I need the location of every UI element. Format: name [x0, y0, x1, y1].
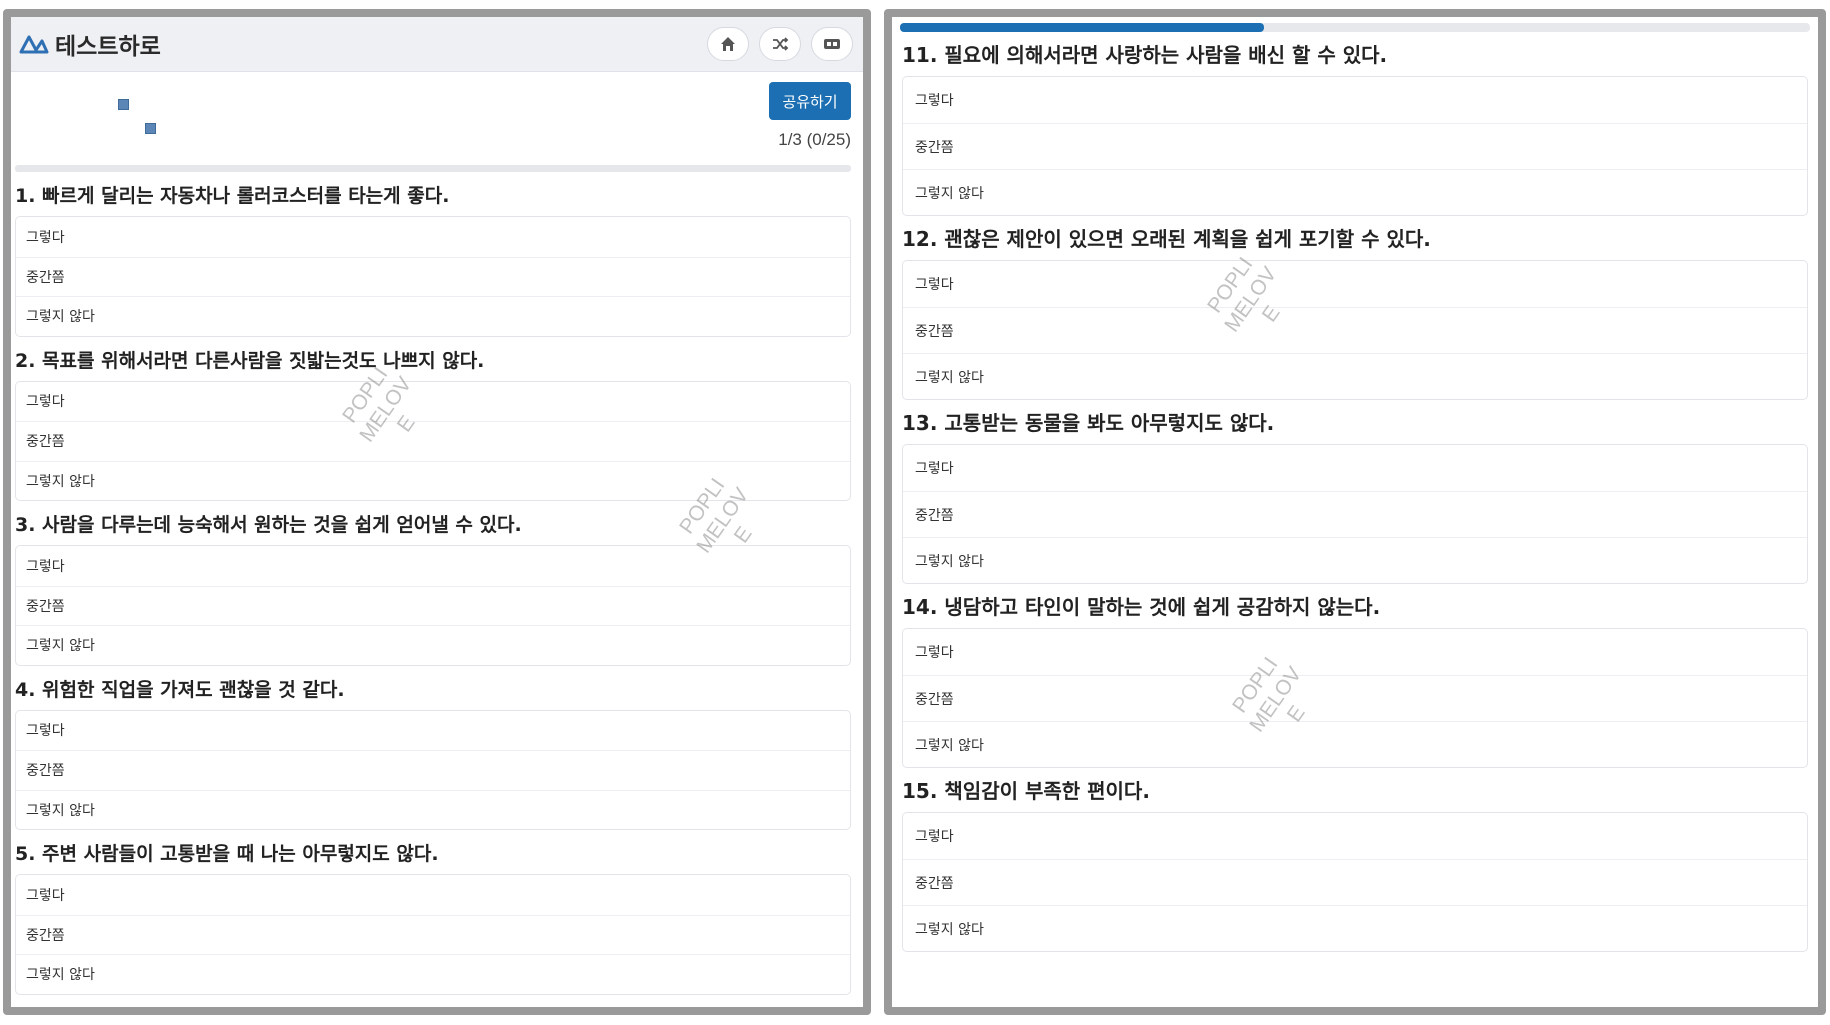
- question-title: 1. 빠르게 달리는 자동차나 롤러코스터를 타는게 좋다.: [15, 185, 450, 207]
- answer-option[interactable]: 중간쯤: [16, 914, 850, 955]
- right-screen: 11. 필요에 의해서라면 사랑하는 사람을 배신 할 수 있다. 그렇다 중간쯤 그…: [884, 9, 1826, 1015]
- question-title: 4. 위험한 직업을 가져도 괜찮을 것 같다.: [15, 678, 345, 701]
- home-button[interactable]: [707, 27, 749, 61]
- answer-options: 그렇다 중간쯤 그렇지 않다: [15, 709, 851, 830]
- question-title: 2. 목표를 위해서라면 다른사람을 짓밟는것도 나쁘지 않다.: [15, 349, 485, 372]
- progress-bar-fill: [900, 23, 1264, 32]
- question-title: 11. 필요에 의해서라면 사랑하는 사람을 배신 할 수 있다.: [902, 43, 1388, 67]
- answer-option[interactable]: 중간쯤: [903, 307, 1807, 353]
- answer-options: 그렇다 중간쯤 그렇지 않다: [15, 216, 851, 337]
- answer-option[interactable]: 그렇다: [16, 711, 850, 751]
- answer-option[interactable]: 중간쯤: [903, 859, 1807, 905]
- answer-option[interactable]: 중간쯤: [16, 256, 850, 297]
- answer-options: 그렇다 중간쯤 그렇지 않다: [902, 628, 1808, 768]
- app-header: 테스트하로: [11, 17, 863, 72]
- answer-option[interactable]: 그렇지 않다: [903, 353, 1807, 399]
- shuffle-button[interactable]: [759, 27, 801, 61]
- home-icon: [721, 37, 735, 51]
- ad-badge-icon: [824, 39, 840, 49]
- answer-option[interactable]: 그렇다: [16, 875, 850, 915]
- answer-options: 그렇다 중간쯤 그렇지 않다: [902, 260, 1808, 400]
- answer-options: 그렇다 중간쯤 그렇지 않다: [15, 874, 851, 995]
- answer-option[interactable]: 그렇다: [903, 261, 1807, 307]
- answer-option[interactable]: 중간쯤: [903, 491, 1807, 537]
- question-block: 15. 책임감이 부족한 편이다. 그렇다 중간쯤 그렇지 않다: [902, 779, 1808, 952]
- question-block: 1. 빠르게 달리는 자동차나 롤러코스터를 타는게 좋다. 그렇다 중간쯤 그렇지 …: [15, 184, 851, 337]
- answer-option[interactable]: 그렇지 않다: [16, 460, 850, 501]
- answer-option[interactable]: 그렇지 않다: [903, 537, 1807, 583]
- app-logo[interactable]: 테스트하로: [19, 27, 161, 61]
- answer-options: 그렇다 중간쯤 그렇지 않다: [15, 380, 851, 501]
- question-block: 4. 위험한 직업을 가져도 괜찮을 것 같다. 그렇다 중간쯤 그렇지 않다: [15, 678, 851, 830]
- shuffle-icon: [773, 37, 789, 51]
- answer-option[interactable]: 그렇다: [16, 382, 850, 422]
- answer-option[interactable]: 그렇지 않다: [16, 625, 850, 665]
- answer-option[interactable]: 중간쯤: [16, 585, 850, 626]
- loading-square-icon: [118, 99, 129, 110]
- answer-option[interactable]: 그렇다: [903, 445, 1807, 491]
- sub-header: 공유하기 1/3 (0/25): [11, 72, 863, 165]
- page-counter: 1/3 (0/25): [778, 130, 851, 149]
- question-block: 13. 고통받는 동물을 봐도 아무렇지도 않다. 그렇다 중간쯤 그렇지 않다: [902, 411, 1808, 584]
- question-title: 3. 사람을 다루는데 능숙해서 원하는 것을 쉽게 얻어낼 수 있다.: [15, 514, 522, 536]
- question-block: 11. 필요에 의해서라면 사랑하는 사람을 배신 할 수 있다. 그렇다 중간쯤 그…: [902, 43, 1808, 216]
- app-title: 테스트하로: [55, 34, 161, 60]
- answer-option[interactable]: 그렇지 않다: [903, 721, 1807, 767]
- answer-options: 그렇다 중간쯤 그렇지 않다: [902, 76, 1808, 216]
- answer-options: 그렇다 중간쯤 그렇지 않다: [15, 545, 851, 666]
- question-list: 1. 빠르게 달리는 자동차나 롤러코스터를 타는게 좋다. 그렇다 중간쯤 그렇지 …: [11, 184, 863, 995]
- question-block: 3. 사람을 다루는데 능숙해서 원하는 것을 쉽게 얻어낼 수 있다. 그렇다 중…: [15, 513, 851, 666]
- answer-option[interactable]: 그렇다: [16, 217, 850, 257]
- answer-option[interactable]: 중간쯤: [16, 750, 850, 790]
- question-title: 14. 냉담하고 타인이 말하는 것에 쉽게 공감하지 않는다.: [902, 595, 1381, 619]
- answer-options: 그렇다 중간쯤 그렇지 않다: [902, 444, 1808, 584]
- answer-option[interactable]: 그렇지 않다: [16, 296, 850, 336]
- left-screen: 테스트하로 공유하기 1/3 (0/25) 1. 빠르게 달리는 자동차나 롤러…: [3, 9, 871, 1015]
- question-title: 12. 괜찮은 제안이 있으면 오래된 계획을 쉽게 포기할 수 있다.: [902, 227, 1431, 251]
- question-block: 14. 냉담하고 타인이 말하는 것에 쉽게 공감하지 않는다. 그렇다 중간쯤 그렇…: [902, 595, 1808, 768]
- answer-option[interactable]: 그렇지 않다: [903, 905, 1807, 951]
- question-list: 11. 필요에 의해서라면 사랑하는 사람을 배신 할 수 있다. 그렇다 중간쯤 그…: [892, 43, 1818, 952]
- question-title: 15. 책임감이 부족한 편이다.: [902, 779, 1150, 803]
- ad-button[interactable]: [811, 27, 853, 61]
- answer-option[interactable]: 그렇다: [903, 77, 1807, 123]
- answer-option[interactable]: 그렇다: [903, 629, 1807, 675]
- answer-option[interactable]: 중간쯤: [16, 421, 850, 461]
- question-title: 5. 주변 사람들이 고통받을 때 나는 아무렇지도 않다.: [15, 843, 439, 865]
- answer-option[interactable]: 그렇지 않다: [16, 954, 850, 994]
- answer-option[interactable]: 그렇지 않다: [903, 169, 1807, 215]
- question-block: 12. 괜찮은 제안이 있으면 오래된 계획을 쉽게 포기할 수 있다. 그렇다 중…: [902, 227, 1808, 400]
- loading-square-icon: [145, 123, 156, 134]
- share-button[interactable]: 공유하기: [769, 82, 851, 120]
- answer-options: 그렇다 중간쯤 그렇지 않다: [902, 812, 1808, 952]
- answer-option[interactable]: 그렇다: [903, 813, 1807, 859]
- logo-icon: [19, 35, 49, 54]
- answer-option[interactable]: 중간쯤: [903, 675, 1807, 721]
- progress-divider: [15, 165, 851, 172]
- progress-bar: [900, 23, 1810, 32]
- question-block: 5. 주변 사람들이 고통받을 때 나는 아무렇지도 않다. 그렇다 중간쯤 그렇지 …: [15, 842, 851, 995]
- answer-option[interactable]: 중간쯤: [903, 123, 1807, 169]
- answer-option[interactable]: 그렇지 않다: [16, 789, 850, 830]
- answer-option[interactable]: 그렇다: [16, 546, 850, 586]
- question-block: 2. 목표를 위해서라면 다른사람을 짓밟는것도 나쁘지 않다. 그렇다 중간쯤 그렇…: [15, 349, 851, 501]
- question-title: 13. 고통받는 동물을 봐도 아무렇지도 않다.: [902, 411, 1275, 435]
